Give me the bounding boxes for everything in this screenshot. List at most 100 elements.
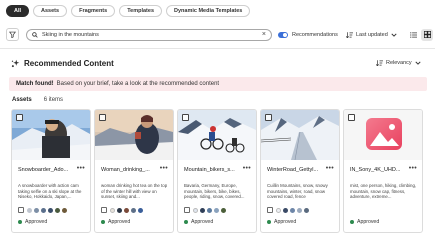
filter-button[interactable] xyxy=(6,28,19,41)
relevancy-label: Relevancy xyxy=(386,60,412,66)
grid-view-button[interactable] xyxy=(421,28,433,41)
select-checkbox[interactable] xyxy=(265,114,272,121)
recommendations-label: Recommendations xyxy=(292,31,338,38)
color-swatch xyxy=(117,207,122,213)
status-badge: Approved xyxy=(18,219,47,225)
asset-thumbnail xyxy=(178,110,256,160)
color-swatch xyxy=(276,207,281,213)
color-swatch xyxy=(207,207,212,213)
status-badge: Approved xyxy=(184,219,213,225)
asset-card[interactable]: WinterRoad_Gettyl... ••• Cuillin Mountai… xyxy=(260,109,340,233)
color-swatch xyxy=(193,207,198,213)
chevron-down-icon xyxy=(391,33,397,37)
asset-name[interactable]: Mountain_bikers_s... xyxy=(184,167,244,173)
list-view-button[interactable] xyxy=(408,29,419,40)
color-swatch xyxy=(110,207,115,213)
assets-count: 6 items xyxy=(43,97,64,103)
asset-thumbnail xyxy=(12,110,90,160)
status-badge: Approved xyxy=(267,219,296,225)
status-dot xyxy=(18,220,22,224)
asset-name[interactable]: WinterRoad_Gettyl... xyxy=(267,167,327,173)
asset-description: A snowboarder with action cam taking sel… xyxy=(18,183,82,200)
asset-thumbnail xyxy=(261,110,339,160)
color-swatches xyxy=(184,207,226,213)
select-checkbox[interactable] xyxy=(348,114,355,121)
list-view-icon xyxy=(410,32,417,37)
color-swatches xyxy=(18,207,67,213)
select-checkbox[interactable] xyxy=(16,114,23,121)
sort-dropdown[interactable]: Last updated xyxy=(346,32,397,38)
tab-assets[interactable]: Assets xyxy=(33,5,68,17)
status-dot xyxy=(350,220,354,224)
chevron-down-icon xyxy=(415,61,421,65)
image-type-icon xyxy=(18,207,24,213)
asset-card[interactable]: Mountain_bikers_s... ••• Bavaria, German… xyxy=(177,109,257,233)
search-input[interactable] xyxy=(42,31,262,38)
tab-all[interactable]: All xyxy=(6,5,30,17)
sort-icon xyxy=(346,31,353,38)
select-checkbox[interactable] xyxy=(182,114,189,121)
asset-card[interactable]: Snowboarder_Ado... ••• A snowboarder wit… xyxy=(11,109,91,233)
search-icon xyxy=(32,31,38,38)
image-type-icon xyxy=(184,207,190,213)
more-options-icon[interactable]: ••• xyxy=(409,165,417,172)
color-swatch xyxy=(214,207,219,213)
asset-name[interactable]: Woman_drinking_... xyxy=(101,167,161,173)
asset-name[interactable]: IN_Sony_4K_UHD... xyxy=(350,167,410,173)
more-options-icon[interactable]: ••• xyxy=(243,165,251,172)
recommendations-toggle[interactable] xyxy=(278,31,288,38)
status-label: Approved xyxy=(274,219,297,225)
status-dot xyxy=(184,220,188,224)
color-swatch xyxy=(131,207,136,213)
more-options-icon[interactable]: ••• xyxy=(326,165,334,172)
tab-templates[interactable]: Templates xyxy=(119,5,162,17)
more-options-icon[interactable]: ••• xyxy=(77,165,85,172)
status-label: Approved xyxy=(108,219,131,225)
color-swatch xyxy=(200,207,205,213)
search-field[interactable]: × xyxy=(26,28,272,41)
color-swatch xyxy=(138,207,143,213)
assets-label: Assets xyxy=(12,97,32,103)
status-label: Approved xyxy=(25,219,48,225)
image-type-icon xyxy=(101,207,107,213)
color-swatch xyxy=(41,207,46,213)
asset-thumbnail xyxy=(95,110,173,160)
asset-description: mist, one person, hiking, climbing, moun… xyxy=(350,183,417,200)
sort-label: Last updated xyxy=(356,31,388,38)
status-label: Approved xyxy=(191,219,214,225)
asset-description: woman drinking hot tea on the top of the… xyxy=(101,183,168,200)
select-checkbox[interactable] xyxy=(99,114,106,121)
tab-fragments[interactable]: Fragments xyxy=(71,5,116,17)
color-swatch xyxy=(304,207,309,213)
color-swatch xyxy=(283,207,288,213)
asset-thumbnail xyxy=(344,110,422,160)
content-type-tabs: All Assets Fragments Templates Dynamic M… xyxy=(6,5,251,17)
color-swatch xyxy=(62,207,67,213)
more-options-icon[interactable]: ••• xyxy=(160,165,168,172)
color-swatch xyxy=(27,207,32,213)
color-swatch xyxy=(124,207,129,213)
match-banner: Match found! Based on your brief, take a… xyxy=(9,77,427,91)
asset-description: Cuillin Mountains, snow, snowy mountains… xyxy=(267,183,328,200)
grid-view-icon xyxy=(423,31,431,38)
color-swatch xyxy=(290,207,295,213)
asset-name[interactable]: Snowboarder_Ado... xyxy=(18,167,78,173)
asset-card[interactable]: Woman_drinking_... ••• woman drinking ho… xyxy=(94,109,174,233)
clear-search-icon[interactable]: × xyxy=(262,31,266,38)
asset-card[interactable]: IN_Sony_4K_UHD... ••• mist, one person, … xyxy=(343,109,423,233)
search-toolbar: × Recommendations Last updated xyxy=(6,28,433,41)
divider xyxy=(0,48,435,49)
relevancy-dropdown[interactable]: Relevancy xyxy=(376,60,421,66)
image-type-icon xyxy=(267,207,273,213)
asset-description: Bavaria, Germany, Europe, mountain, bike… xyxy=(184,183,245,200)
sort-icon xyxy=(376,60,383,66)
tab-dynamic-media-templates[interactable]: Dynamic Media Templates xyxy=(166,5,251,17)
color-swatches xyxy=(101,207,143,213)
recommended-content-header: Recommended Content xyxy=(11,59,114,68)
match-banner-text: Based on your brief, take a look at the … xyxy=(56,81,220,87)
filter-icon xyxy=(9,31,16,38)
color-swatch xyxy=(221,207,226,213)
section-title: Recommended Content xyxy=(24,59,114,68)
match-banner-title: Match found! xyxy=(16,81,54,87)
status-label: Approved xyxy=(357,219,380,225)
